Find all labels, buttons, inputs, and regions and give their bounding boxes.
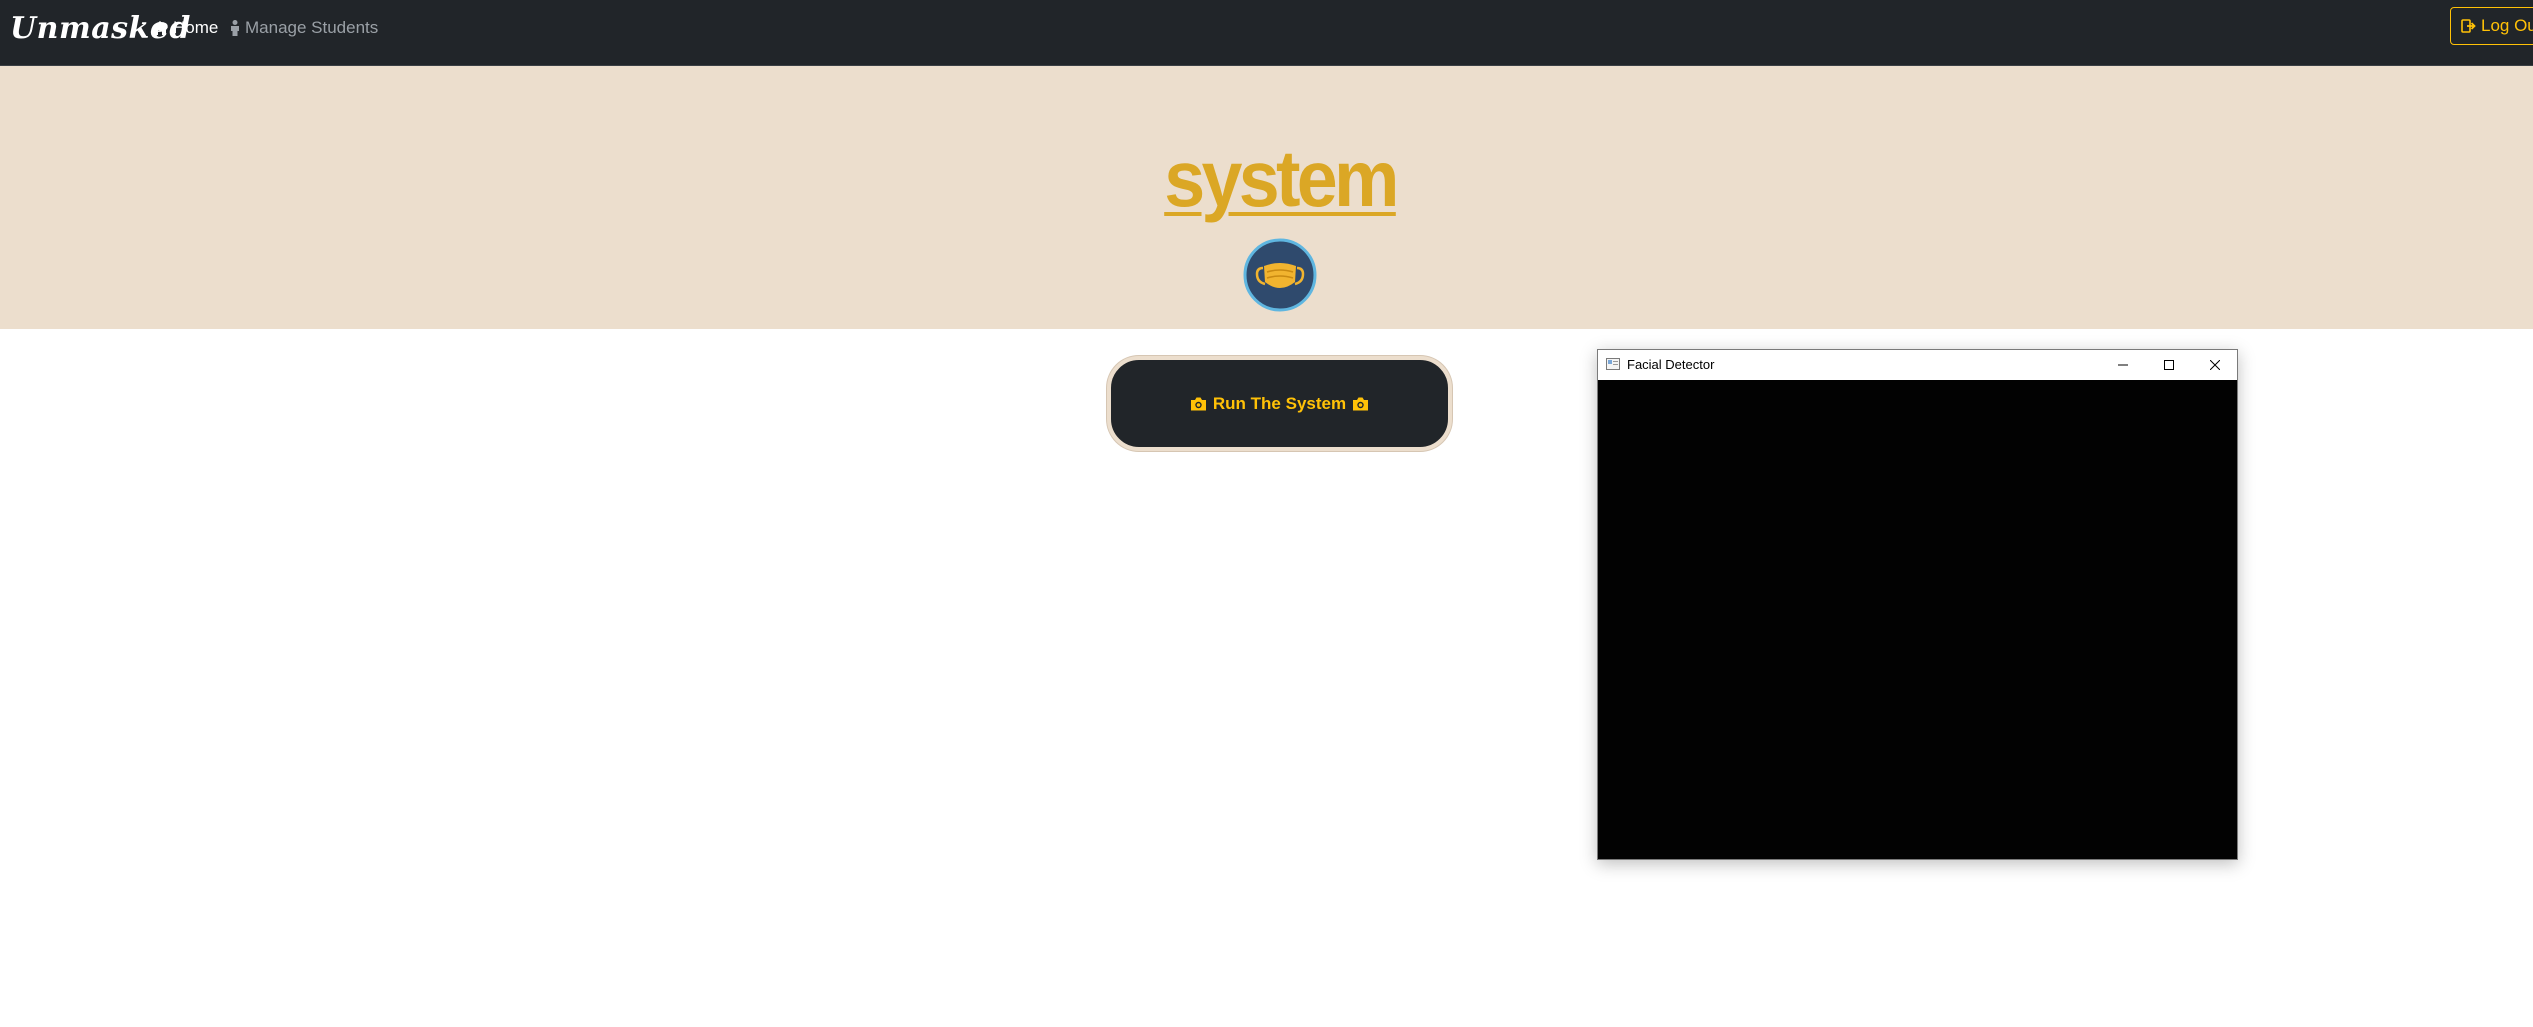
window-minimize-button[interactable] <box>2100 350 2146 380</box>
close-icon <box>2210 360 2220 370</box>
window-maximize-button[interactable] <box>2146 350 2192 380</box>
logout-button[interactable]: Log Out <box>2450 7 2533 45</box>
camera-icon <box>1190 397 1206 410</box>
facial-detector-window[interactable]: Facial Detector <box>1597 349 2238 860</box>
logout-label: Log Out <box>2481 16 2533 35</box>
navbar: Unmasked Home Manage Students Log Out <box>0 0 2533 66</box>
hero-section: system <box>0 66 2533 329</box>
window-titlebar[interactable]: Facial Detector <box>1598 350 2237 380</box>
face-mask-icon <box>1243 238 1317 312</box>
home-icon <box>152 21 168 35</box>
nav-home-label: Home <box>173 18 219 37</box>
window-app-icon <box>1606 358 1620 370</box>
nav-home-link[interactable]: Home <box>152 14 218 42</box>
sign-out-icon <box>2461 19 2476 33</box>
run-system-label: Run The System <box>1212 393 1347 413</box>
minimize-icon <box>2118 364 2128 366</box>
window-close-button[interactable] <box>2192 350 2238 380</box>
face-mask-logo <box>1243 238 1317 312</box>
hero-title: system <box>1164 134 1399 223</box>
maximize-icon <box>2164 360 2174 370</box>
camera-feed-canvas <box>1598 380 2237 859</box>
nav-manage-students-link[interactable]: Manage Students <box>230 14 378 42</box>
window-title: Facial Detector <box>1627 357 1715 372</box>
camera-icon <box>1353 397 1369 410</box>
nav-manage-students-label: Manage Students <box>245 18 379 37</box>
run-system-button[interactable]: Run The System <box>1107 356 1452 451</box>
person-icon <box>231 20 239 36</box>
